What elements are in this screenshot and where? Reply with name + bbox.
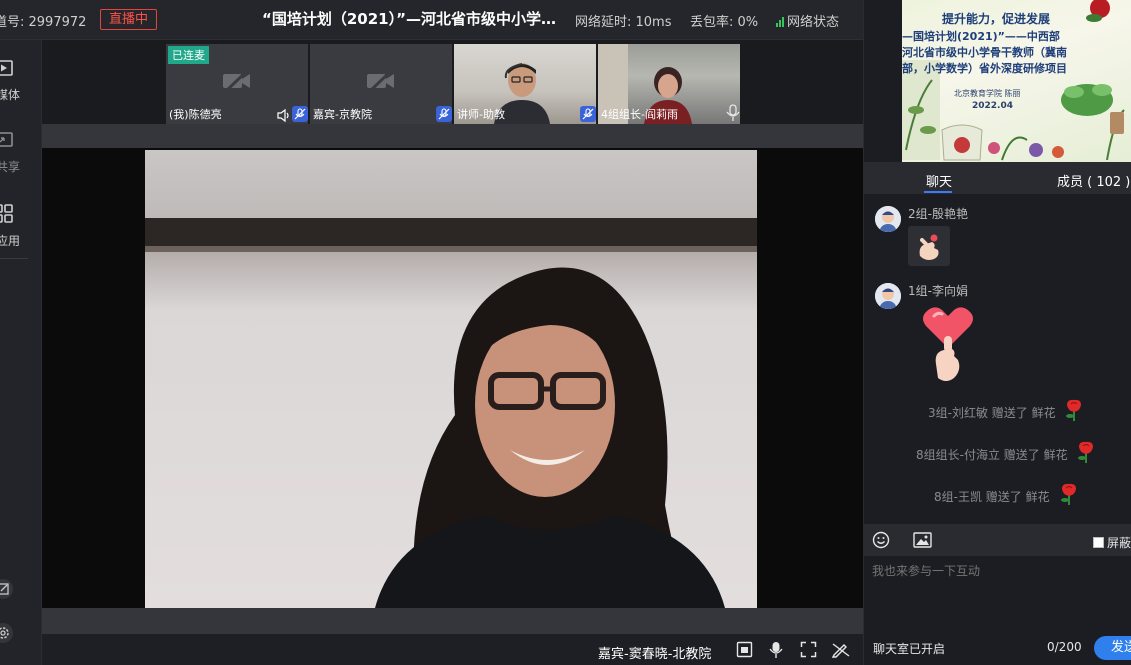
gift-notice: 8组-王凯 赠送了 鲜花 <box>934 490 1050 504</box>
rose-icon <box>1066 399 1081 421</box>
course-banner: 提升能力，促进发展 —国培计划(2021)”——中西部 河北省市级中小学骨干教师… <box>902 0 1131 162</box>
image-icon[interactable] <box>913 532 932 548</box>
gift-notice: 3组-刘红敏 赠送了 鲜花 <box>928 406 1056 420</box>
chat-tabs: 聊天 成员 ( 102 ) <box>864 162 1131 194</box>
connected-tag: 已连麦 <box>168 46 209 64</box>
signal-icon <box>776 15 784 27</box>
tab-members[interactable]: 成员 ( 102 ) <box>1057 171 1130 190</box>
participant-name: 嘉宾-京教院 <box>313 108 372 121</box>
chat-toolbar: 屏蔽 <box>864 524 1131 556</box>
video-controls: 嘉宾-窦春晓-北教院 <box>42 634 863 665</box>
right-panel: 提升能力，促进发展 —国培计划(2021)”——中西部 河北省市级中小学骨干教师… <box>863 0 1131 665</box>
send-button[interactable]: 发送 <box>1094 636 1131 660</box>
camera-off-icon <box>223 68 250 94</box>
rose-icon <box>1078 441 1093 463</box>
room-id: 道号: 2997972 <box>0 15 87 30</box>
user-avatar-icon <box>875 283 901 309</box>
finger-heart-sticker <box>908 226 950 266</box>
page-title: “国培计划（2021）”—河北省市级中小学… <box>262 10 556 28</box>
banner-slogan: 提升能力，促进发展 <box>942 12 1051 26</box>
network-status[interactable]: 网络状态 <box>776 11 839 30</box>
external-link-icon <box>0 579 13 599</box>
banner-organizer: 北京教育学院 陈丽 <box>954 89 1021 98</box>
rose-icon <box>1061 483 1076 505</box>
sidebar-item-label: 共享 <box>0 160 21 174</box>
active-tab-indicator <box>924 191 952 193</box>
banner-title-line: 河北省市级中小学骨干教师（冀南 <box>902 46 1067 59</box>
mic-muted-icon[interactable] <box>292 106 308 122</box>
chat-status: 聊天室已开启 <box>873 642 946 656</box>
banner-date: 2022.04 <box>972 101 1013 111</box>
participant-tile[interactable]: 讲师-助教 <box>454 44 596 124</box>
participant-tile[interactable]: 4组组长-阎莉雨 <box>598 44 740 124</box>
chat-input[interactable] <box>872 564 1127 578</box>
banner-title-line: 部，小学数学）省外深度研修项目 <box>902 62 1067 75</box>
participant-tile[interactable]: 已连麦 (我)陈德亮 <box>166 44 308 124</box>
participant-name: 4组组长-阎莉雨 <box>601 108 678 121</box>
network-latency: 网络延时: 10ms <box>575 15 672 30</box>
user-avatar-icon <box>875 206 901 232</box>
fullscreen-icon[interactable] <box>800 641 817 658</box>
char-count: 0/200 <box>1047 640 1082 654</box>
settings-button[interactable] <box>0 622 42 648</box>
avatar[interactable] <box>875 283 901 309</box>
banner-title-line: —国培计划(2021)”——中西部 <box>902 30 1060 43</box>
annotation-off-icon[interactable] <box>832 641 850 658</box>
speaker-video-feed <box>145 150 757 608</box>
apps-grid-icon <box>0 204 13 223</box>
shield-label: 屏蔽 <box>1107 536 1131 550</box>
sidebar-item-label: 应用 <box>0 234 21 248</box>
gear-icon <box>0 623 13 643</box>
microphone-icon[interactable] <box>725 104 741 122</box>
emoji-icon[interactable] <box>872 531 890 549</box>
left-sidebar: 媒体 共享 应用 <box>0 40 42 665</box>
network-status-label: 网络状态 <box>787 15 840 30</box>
shield-toggle[interactable]: 屏蔽 <box>1093 534 1131 551</box>
avatar[interactable] <box>875 206 901 232</box>
screen-share-icon <box>0 132 13 147</box>
speaker-person <box>375 267 725 608</box>
sidebar-item-media[interactable]: 媒体 <box>0 58 42 108</box>
sidebar-item-label: 媒体 <box>0 88 21 102</box>
stage-bottom-bar <box>42 608 863 634</box>
mic-muted-icon[interactable] <box>436 106 452 122</box>
live-badge: 直播中 <box>100 9 158 30</box>
sidebar-item-share[interactable]: 共享 <box>0 130 42 180</box>
participant-strip: 已连麦 (我)陈德亮 嘉宾-京教院 讲师-助教 4组组长-阎莉雨 <box>42 40 863 124</box>
main-video[interactable] <box>42 148 863 608</box>
sidebar-item-apps[interactable]: 应用 <box>0 202 42 258</box>
sidebar-external-button[interactable] <box>0 578 42 604</box>
message-sender: 1组-李向娟 <box>908 284 968 298</box>
heart-hand-sticker <box>923 307 973 381</box>
gift-notice: 8组组长-付海立 赠送了 鲜花 <box>916 448 1068 462</box>
sidebar-divider <box>0 258 28 259</box>
speaker-icon[interactable] <box>276 108 291 123</box>
speaker-name: 嘉宾-窦春晓-北教院 <box>598 647 712 662</box>
mic-muted-icon[interactable] <box>580 106 596 122</box>
top-bar: 道号: 2997972 直播中 “国培计划（2021）”—河北省市级中小学… 网… <box>0 0 863 40</box>
shield-checkbox[interactable] <box>1093 537 1104 548</box>
camera-off-icon <box>367 68 394 94</box>
participant-name: (我)陈德亮 <box>169 108 222 121</box>
packet-loss: 丢包率: 0% <box>690 15 759 30</box>
media-play-icon <box>0 60 13 76</box>
message-sender: 2组-殷艳艳 <box>908 207 968 221</box>
participant-name: 讲师-助教 <box>457 108 505 121</box>
picture-in-picture-icon[interactable] <box>736 641 753 658</box>
microphone-icon[interactable] <box>768 641 784 659</box>
stage-top-bar <box>42 124 863 148</box>
participant-tile[interactable]: 嘉宾-京教院 <box>310 44 452 124</box>
tab-chat[interactable]: 聊天 <box>926 171 952 190</box>
